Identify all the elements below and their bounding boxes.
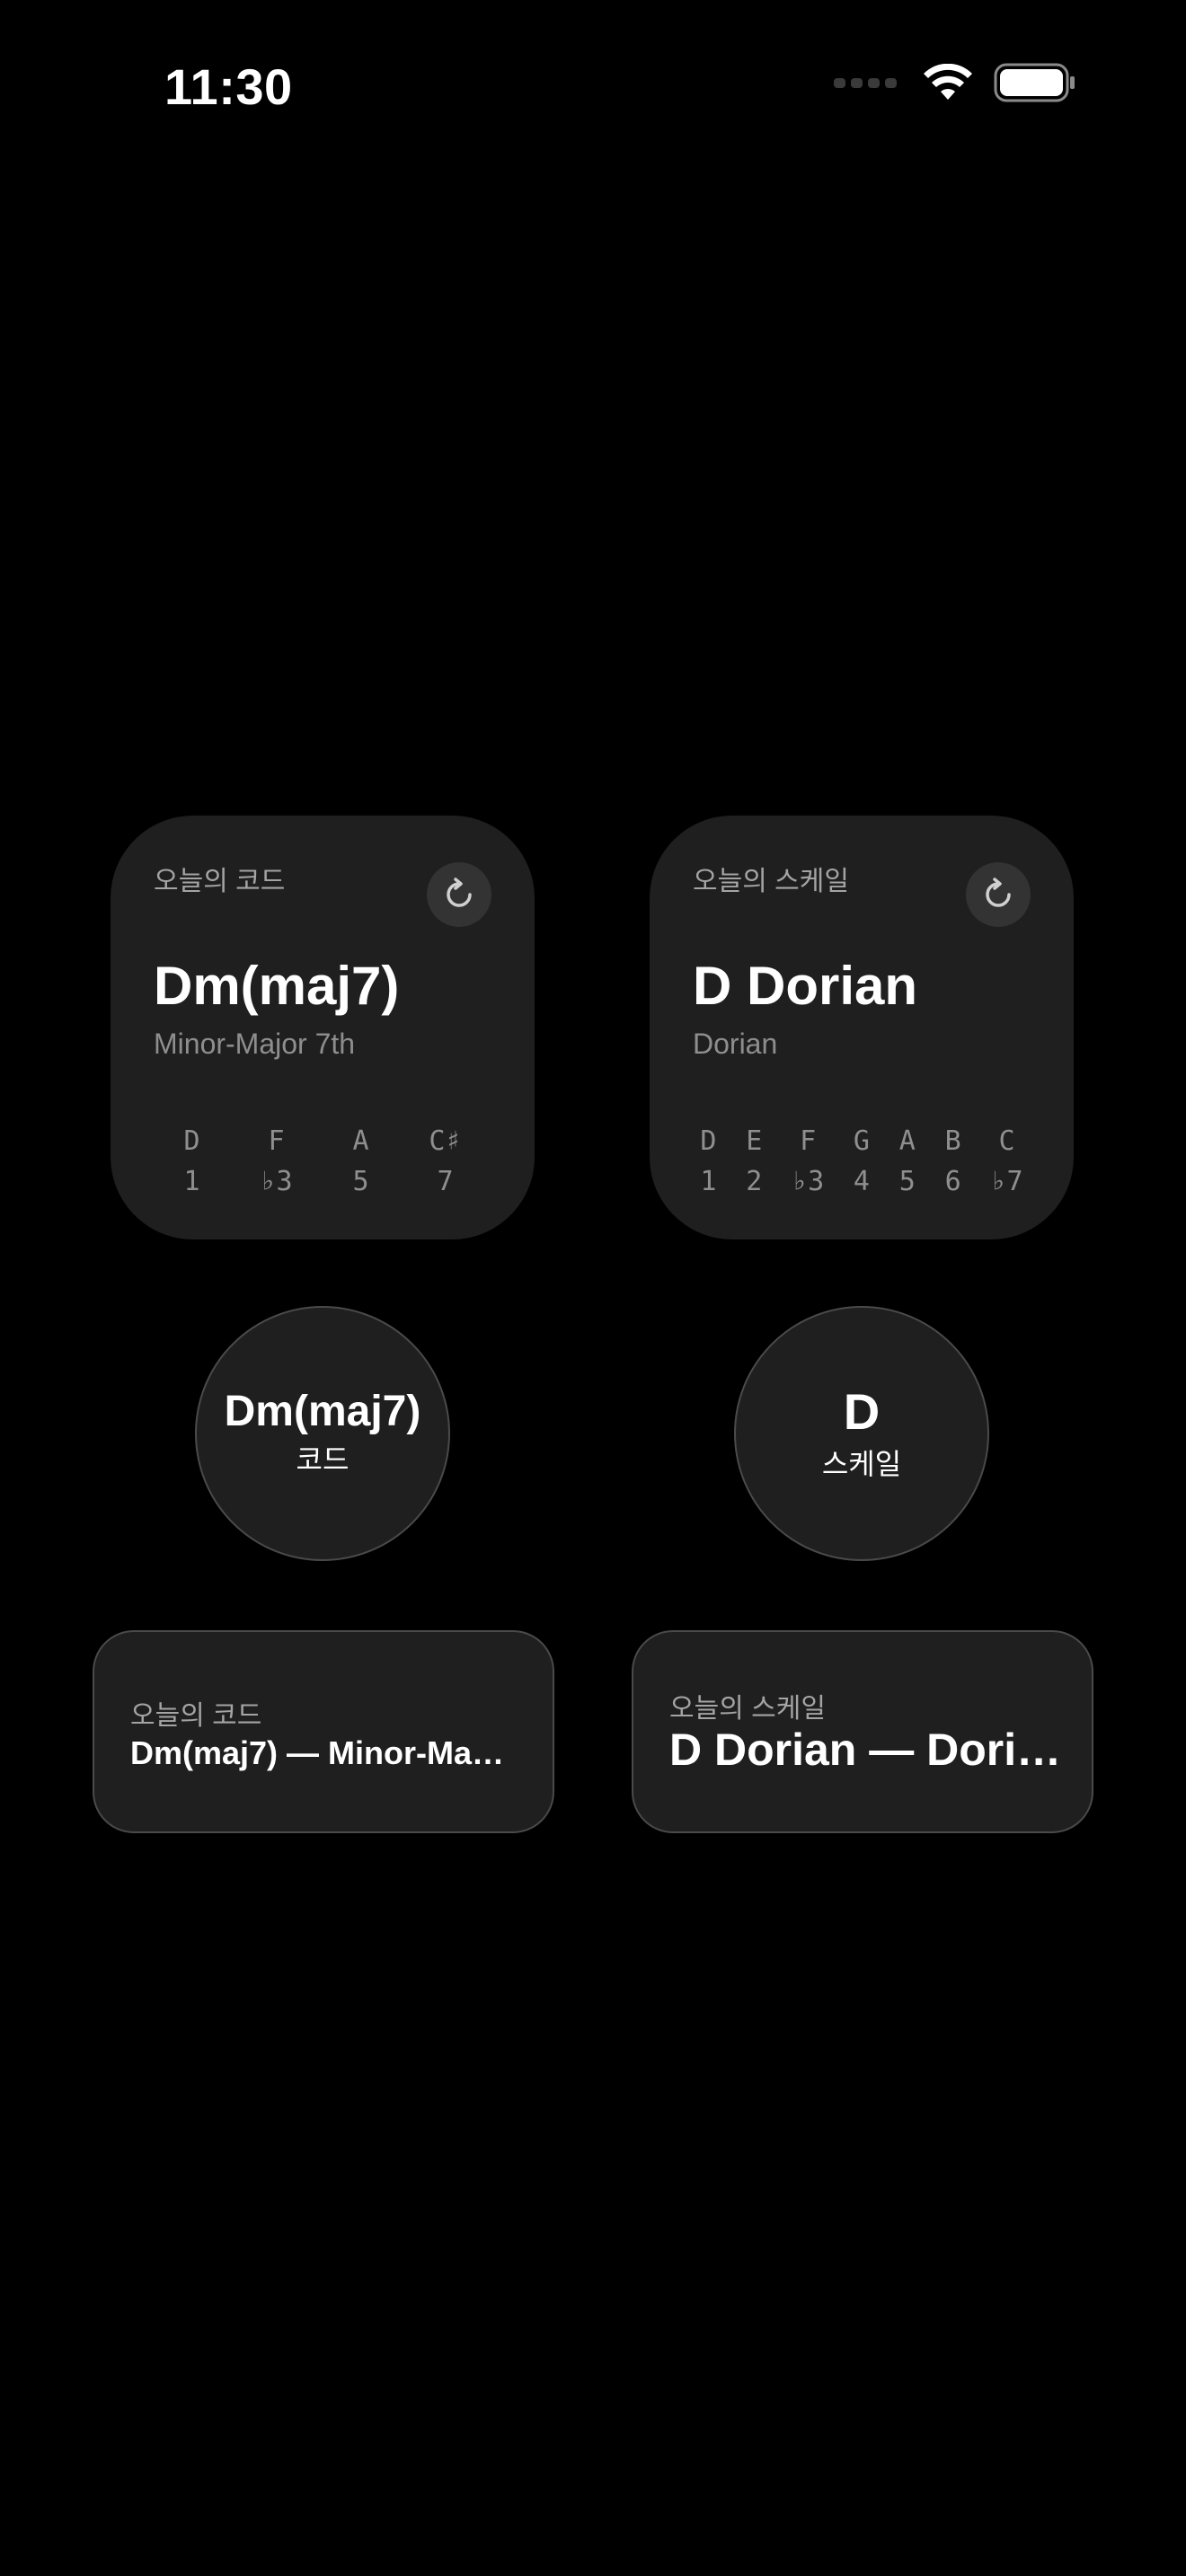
chord-circle-label: 코드 <box>296 1443 350 1477</box>
chord-rectangular-widget[interactable]: 오늘의 코드 Dm(maj7) — Minor-Major 7th <box>93 1630 554 1833</box>
wifi-icon <box>924 64 972 100</box>
chord-rect-title: 오늘의 코드 <box>130 1701 262 1731</box>
tone-degree: 4 <box>853 1166 870 1197</box>
chord-tones: D 1 F ♭3 A 5 C♯ 7 <box>154 1125 491 1197</box>
tone-note: B <box>944 1125 961 1157</box>
chord-circular-widget[interactable]: Dm(maj7) 코드 <box>195 1306 450 1561</box>
scale-mode: Dorian <box>693 1028 778 1060</box>
chord-name: Dm(maj7) <box>154 956 400 1016</box>
scale-tone: F ♭3 <box>792 1125 824 1197</box>
tone-note: F <box>800 1125 817 1157</box>
tone-degree: 6 <box>944 1166 961 1197</box>
status-time: 11:30 <box>164 58 293 115</box>
chord-tone: D 1 <box>183 1125 199 1197</box>
chord-tone: C♯ 7 <box>429 1125 461 1197</box>
scale-rectangular-widget[interactable]: 오늘의 스케일 D Dorian — Dorian <box>632 1630 1093 1833</box>
chord-quality: Minor-Major 7th <box>154 1028 356 1060</box>
scale-rect-text: D Dorian — Dorian <box>669 1725 1065 1775</box>
chord-tone: F ♭3 <box>260 1125 292 1197</box>
tone-note: A <box>352 1125 369 1157</box>
scale-widget[interactable]: 오늘의 스케일 D Dorian Dorian D 1 E 2 F ♭3 G 4… <box>650 816 1074 1239</box>
refresh-icon <box>447 878 472 907</box>
tone-note: C <box>998 1125 1015 1157</box>
scale-name: D Dorian <box>693 956 918 1016</box>
chord-widget[interactable]: 오늘의 코드 Dm(maj7) Minor-Major 7th D 1 F ♭3… <box>111 816 535 1239</box>
scale-circle-label: 스케일 <box>821 1447 902 1480</box>
tone-note: A <box>898 1125 916 1157</box>
tone-degree: 2 <box>746 1166 763 1197</box>
tone-degree: 7 <box>437 1166 454 1197</box>
tone-note: F <box>268 1125 285 1157</box>
tone-degree: 1 <box>700 1166 717 1197</box>
status-icons <box>834 63 1076 102</box>
scale-tone: A 5 <box>899 1125 916 1197</box>
scale-circle-root: D <box>843 1383 881 1441</box>
scale-tone: B 6 <box>945 1125 961 1197</box>
scale-rect-title: 오늘의 스케일 <box>669 1694 826 1724</box>
scale-tone: C ♭7 <box>990 1125 1022 1197</box>
chord-tone: A 5 <box>352 1125 368 1197</box>
tone-degree: ♭7 <box>990 1166 1023 1197</box>
battery-icon <box>994 63 1075 102</box>
tone-note: E <box>746 1125 763 1157</box>
tone-degree: ♭3 <box>260 1166 293 1197</box>
tone-degree: 5 <box>352 1166 369 1197</box>
scale-tone: G 4 <box>854 1125 870 1197</box>
scale-tone: D 1 <box>700 1125 716 1197</box>
chord-rect-text: Dm(maj7) — Minor-Major 7th <box>130 1734 508 1771</box>
tone-degree: 5 <box>898 1166 916 1197</box>
chord-refresh-button[interactable] <box>427 862 491 927</box>
scale-widget-title: 오늘의 스케일 <box>693 867 849 896</box>
refresh-icon <box>986 878 1011 907</box>
tone-note: D <box>183 1125 200 1157</box>
tone-note: G <box>853 1125 870 1157</box>
scale-tones: D 1 E 2 F ♭3 G 4 A 5 B 6 C ♭7 <box>686 1125 1038 1197</box>
scale-circular-widget[interactable]: D 스케일 <box>734 1306 989 1561</box>
chord-widget-title: 오늘의 코드 <box>154 867 286 896</box>
tone-note: C♯ <box>429 1125 462 1157</box>
chord-circle-name: Dm(maj7) <box>224 1387 421 1435</box>
tone-note: D <box>700 1125 717 1157</box>
scale-tone: E 2 <box>746 1125 762 1197</box>
tone-degree: ♭3 <box>792 1166 825 1197</box>
tone-degree: 1 <box>183 1166 200 1197</box>
scale-refresh-button[interactable] <box>966 862 1031 927</box>
cellular-signal-icon <box>834 77 897 88</box>
